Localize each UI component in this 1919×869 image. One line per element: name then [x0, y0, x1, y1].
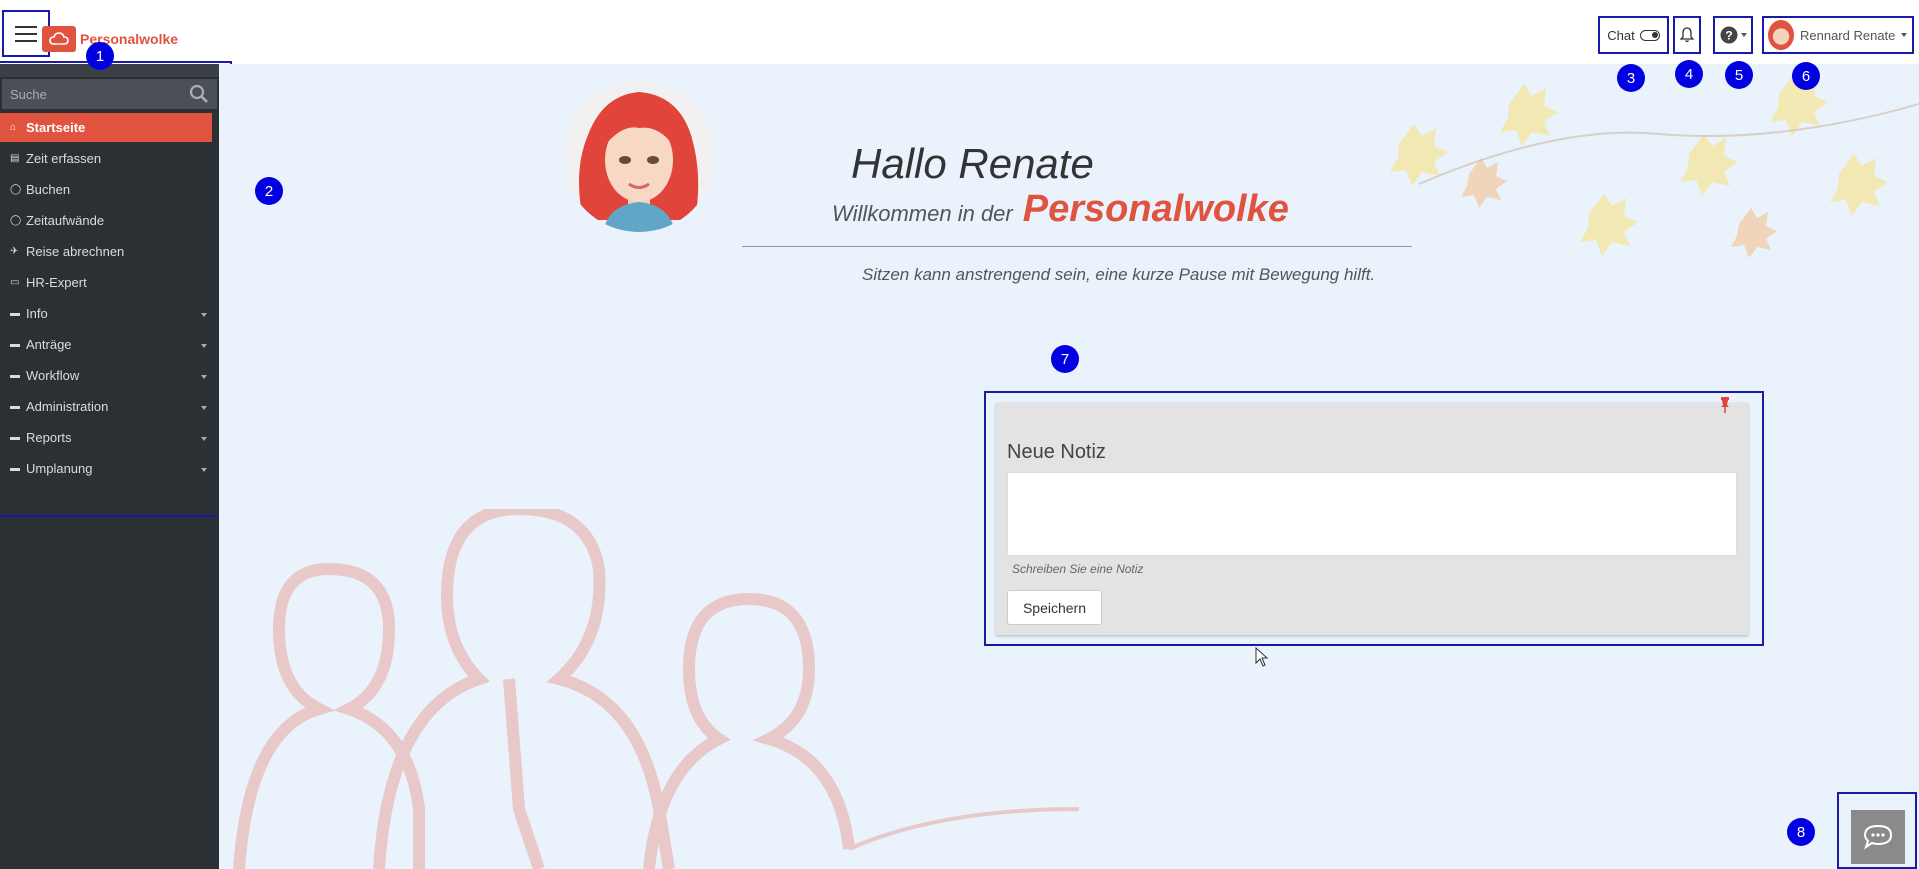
- people-silhouette-decoration: [233, 509, 1079, 869]
- folder-icon: ▬: [10, 339, 20, 350]
- tip-text: Sitzen kann anstrengend sein, eine kurze…: [862, 265, 1376, 284]
- pin-icon[interactable]: [1720, 397, 1730, 413]
- sidebar-item-label: Startseite: [26, 120, 86, 135]
- folder-icon: ▬: [10, 308, 20, 319]
- hamburger-line: [15, 32, 37, 35]
- avatar: [1768, 20, 1794, 50]
- chevron-down-icon: [201, 406, 207, 410]
- sidebar-item-label: Reports: [26, 430, 72, 445]
- svg-text:?: ?: [1725, 29, 1732, 43]
- list-icon: ▤: [10, 153, 20, 164]
- note-textarea[interactable]: [1007, 472, 1737, 556]
- sidebar-item-label: Workflow: [26, 368, 80, 383]
- clock-icon: ◯: [10, 215, 22, 226]
- sidebar-item-label: Zeitaufwände: [26, 213, 105, 228]
- marker-3: 3: [1617, 64, 1645, 92]
- sidebar-item-label: HR-Expert: [26, 275, 87, 290]
- home-icon: ⌂: [10, 122, 17, 133]
- search-icon[interactable]: [189, 84, 209, 104]
- sidebar-item-label: Umplanung: [26, 461, 93, 476]
- sidebar-item-label: Zeit erfassen: [26, 151, 102, 166]
- caret-down-icon: [1901, 33, 1908, 37]
- note-card: Neue Notiz Schreiben Sie eine Notiz Spei…: [996, 397, 1748, 635]
- bell-icon: [1680, 27, 1694, 43]
- sidebar-item-label: Buchen: [26, 182, 71, 197]
- search-input[interactable]: [10, 86, 189, 102]
- sidebar-item-label: Info: [26, 306, 48, 321]
- monitor-icon: ▭: [10, 277, 20, 288]
- woman-avatar-icon: [563, 80, 715, 232]
- divider: [742, 246, 1412, 247]
- welcome-line: Willkommen in der Personalwolke: [832, 188, 1289, 231]
- user-menu[interactable]: Rennard Renate: [1762, 16, 1914, 54]
- marker-6: 6: [1792, 62, 1820, 90]
- folder-icon: ▬: [10, 370, 20, 381]
- sidebar-item-startseite[interactable]: ⌂ Startseite: [0, 113, 212, 142]
- chevron-down-icon: [201, 313, 207, 317]
- welcome-prefix: Willkommen in der: [832, 201, 1013, 226]
- autumn-leaves-decoration: [1390, 74, 1919, 258]
- mouse-cursor-icon: [1255, 647, 1269, 667]
- clock-icon: ◯: [10, 184, 22, 195]
- sidebar-item-administration[interactable]: ▬ Administration: [0, 392, 219, 421]
- toggle-switch-icon: [1639, 29, 1660, 41]
- sidebar-item-antraege[interactable]: ▬ Anträge: [0, 330, 219, 359]
- hamburger-line: [15, 39, 37, 42]
- user-avatar-large: [563, 80, 715, 232]
- sidebar-item-label: Administration: [26, 399, 109, 414]
- sidebar-item-hr-expert[interactable]: ▭ HR-Expert: [0, 268, 219, 297]
- sidebar-item-zeit-erfassen[interactable]: ▤ Zeit erfassen: [0, 144, 219, 173]
- sidebar-menu: ⌂ Startseite ▤ Zeit erfassen ◯ Buchen ◯ …: [0, 113, 219, 483]
- chat-toggle[interactable]: Chat: [1598, 16, 1669, 54]
- help-button[interactable]: ?: [1713, 16, 1753, 54]
- welcome-brand: Personalwolke: [1022, 188, 1289, 230]
- marker-2: 2: [255, 177, 283, 205]
- sidebar-search: [2, 79, 217, 109]
- chat-bubble-icon: [1863, 824, 1893, 850]
- note-hint: Schreiben Sie eine Notiz: [1012, 562, 1144, 576]
- notifications-button[interactable]: [1673, 16, 1701, 54]
- sidebar-item-label: Reise abrechnen: [26, 244, 125, 259]
- sidebar-item-reise-abrechnen[interactable]: ✈ Reise abrechnen: [0, 237, 219, 266]
- plane-icon: ✈: [10, 246, 19, 257]
- sidebar-item-label: Anträge: [26, 337, 72, 352]
- save-button[interactable]: Speichern: [1007, 590, 1102, 625]
- sidebar-item-info[interactable]: ▬ Info: [0, 299, 219, 328]
- chevron-down-icon: [201, 375, 207, 379]
- question-circle-icon: ?: [1720, 26, 1737, 44]
- folder-icon: ▬: [10, 401, 20, 412]
- note-title: Neue Notiz: [1007, 441, 1106, 463]
- marker-4: 4: [1675, 60, 1703, 88]
- chat-label: Chat: [1607, 27, 1635, 43]
- marker-8: 8: [1787, 818, 1815, 846]
- user-name: Rennard Renate: [1800, 27, 1896, 43]
- caret-down-icon: [1740, 33, 1747, 37]
- sidebar-item-workflow[interactable]: ▬ Workflow: [0, 361, 219, 390]
- sidebar-item-buchen[interactable]: ◯ Buchen: [0, 175, 219, 204]
- greeting-title: Hallo Renate: [851, 140, 1094, 187]
- marker-5: 5: [1725, 61, 1753, 89]
- sidebar-item-zeitaufwaende[interactable]: ◯ Zeitaufwände: [0, 206, 219, 235]
- open-chat-button[interactable]: [1851, 810, 1905, 864]
- chevron-down-icon: [201, 437, 207, 441]
- chevron-down-icon: [201, 344, 207, 348]
- folder-icon: ▬: [10, 463, 20, 474]
- folder-icon: ▬: [10, 432, 20, 443]
- sidebar: ⌂ Startseite ▤ Zeit erfassen ◯ Buchen ◯ …: [0, 64, 219, 869]
- chevron-down-icon: [201, 468, 207, 472]
- marker-1: 1: [86, 42, 114, 70]
- marker-7: 7: [1051, 345, 1079, 373]
- sidebar-item-umplanung[interactable]: ▬ Umplanung: [0, 454, 219, 483]
- hamburger-line: [15, 25, 37, 28]
- cloud-logo-icon: [42, 26, 76, 52]
- sidebar-item-reports[interactable]: ▬ Reports: [0, 423, 219, 452]
